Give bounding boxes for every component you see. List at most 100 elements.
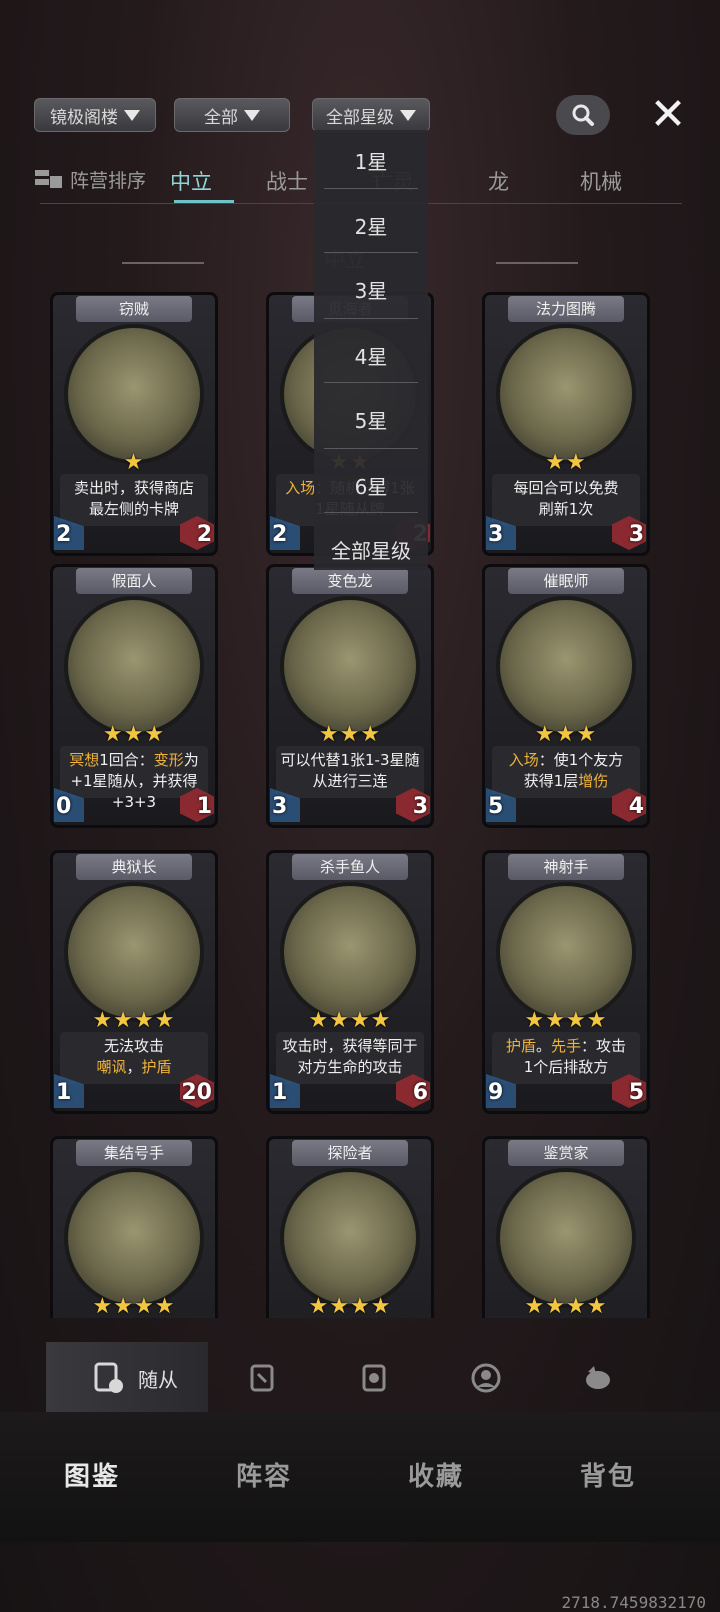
card-stars: ★★★ [102,722,166,747]
card-description: 每回合可以免费 刷新1次 [492,474,640,526]
card-portrait [496,324,636,464]
star-option-all[interactable]: 全部星级 [314,535,428,564]
tab-mech[interactable]: 机械 [580,166,622,196]
star-filter[interactable]: 全部星级 [312,98,430,132]
nav-codex[interactable]: 图鉴 [64,1456,120,1493]
dropdown-divider [324,448,418,449]
card-stars: ★★★★ [524,1294,608,1318]
category-spell-button[interactable] [246,1360,282,1396]
card-description: 攻击时，获得等同于 对方生命的攻击 [276,1032,424,1084]
nav-lineup[interactable]: 阵容 [236,1456,292,1493]
card-portrait [496,596,636,736]
search-button[interactable] [556,95,610,135]
coordinate-readout: 2718.7459832170 [561,1593,707,1612]
star-filter-label: 全部星级 [326,107,394,128]
nav-backpack[interactable]: 背包 [580,1456,636,1493]
minion-card[interactable]: 窃贼 ★ 卖出时，获得商店 最左侧的卡牌 2 2 [46,290,222,558]
card-health: 20 [181,1080,212,1105]
card-attack: 2 [56,522,72,547]
search-icon [572,104,594,126]
card-attack: 1 [56,1080,72,1105]
card-portrait [280,882,420,1022]
card-name: 假面人 [76,568,192,594]
tab-dragon[interactable]: 龙 [488,166,509,196]
card-stars: ★★ [545,450,587,475]
star-option-2[interactable]: 2星 [314,211,428,240]
minion-card[interactable]: 典狱长 ★★★★ 无法攻击 嘲讽，护盾 1 20 [46,848,222,1116]
chevron-down-icon [124,109,140,121]
location-filter-label: 镜极阁楼 [50,107,118,128]
close-button[interactable]: ✕ [646,89,690,140]
star-option-1[interactable]: 1星 [314,146,428,175]
sort-button[interactable]: 阵营排序 [34,166,146,193]
star-dropdown: 1星 2星 3星 4星 5星 6星 全部星级 [314,130,428,570]
minion-card[interactable]: 神射手 ★★★★ 护盾。先手：攻击 1个后排敌方 9 5 [478,848,654,1116]
card-attack: 3 [488,522,504,547]
minion-card[interactable]: 假面人 ★★★ 冥想1回合：变形为 +1星随从，并获得+3+3 0 1 [46,562,222,830]
card-health: 1 [196,794,212,819]
dropdown-divider [324,512,418,513]
type-filter-label: 全部 [204,107,238,128]
type-filter[interactable]: 全部 [174,98,290,132]
section-divider-left [122,262,204,264]
card-portrait [280,1168,420,1308]
card-description-line2: 刷新1次 [538,500,594,518]
dropdown-divider [324,252,418,253]
card-name: 催眠师 [508,568,624,594]
star-option-6[interactable]: 6星 [314,471,428,500]
card-stars: ★ [123,450,145,475]
card-description-line2: 嘲讽，护盾 [96,1058,172,1076]
card-description-line2: 最左侧的卡牌 [88,500,179,518]
minion-card-icon [90,1360,126,1396]
card-stars: ★★★ [318,722,382,747]
card-description: 护盾。先手：攻击 1个后排敌方 [492,1032,640,1084]
card-description-line1: 入场：使1个友方 [508,751,624,769]
star-option-4[interactable]: 4星 [314,341,428,370]
minion-card[interactable]: 集结号手 ★★★★ [46,1134,222,1318]
dropdown-divider [324,318,418,319]
category-hero-button[interactable] [468,1360,504,1396]
category-pet-button[interactable] [580,1360,616,1396]
chevron-down-icon [400,109,416,121]
card-name: 窃贼 [76,296,192,322]
location-filter[interactable]: 镜极阁楼 [34,98,156,132]
card-attack: 5 [488,794,504,819]
sort-icon [35,169,62,188]
minion-card[interactable]: 鉴赏家 ★★★★ [478,1134,654,1318]
card-portrait [64,596,204,736]
category-minion-label: 随从 [138,1368,178,1392]
card-health: 6 [412,1080,428,1105]
card-name: 集结号手 [76,1140,192,1166]
star-option-3[interactable]: 3星 [314,275,428,304]
minion-card[interactable]: 催眠师 ★★★ 入场：使1个友方 获得1层增伤 5 4 [478,562,654,830]
hero-icon [471,1363,501,1393]
minion-card[interactable]: 探险者 ★★★★ [262,1134,438,1318]
tab-neutral[interactable]: 中立 [170,166,212,196]
minion-card[interactable]: 变色龙 ★★★ 可以代替1张1-3星随 从进行三连 3 3 [262,562,438,830]
spell-card-icon [250,1364,274,1392]
card-stars: ★★★ [534,722,598,747]
card-description: 冥想1回合：变形为 +1星随从，并获得+3+3 [60,746,208,811]
minion-card[interactable]: 法力图腾 ★★ 每回合可以免费 刷新1次 3 3 [478,290,654,558]
card-health: 5 [628,1080,644,1105]
category-item-button[interactable] [358,1360,394,1396]
card-description-line1: 护盾。先手：攻击 [505,1037,627,1055]
sort-label: 阵营排序 [70,170,147,192]
card-portrait [280,596,420,736]
nav-collection[interactable]: 收藏 [408,1456,464,1493]
star-option-5[interactable]: 5星 [314,405,428,434]
card-description: 无法攻击 嘲讽，护盾 [60,1032,208,1084]
card-description-line2: 1个后排敌方 [523,1058,609,1076]
card-portrait [64,1168,204,1308]
tab-warrior[interactable]: 战士 [266,166,308,196]
card-description: 可以代替1张1-3星随 从进行三连 [276,746,424,798]
card-attack: 9 [488,1080,504,1105]
card-description-line1: 可以代替1张1-3星随 [280,751,420,769]
card-name: 杀手鱼人 [292,854,408,880]
minion-card[interactable]: 杀手鱼人 ★★★★ 攻击时，获得等同于 对方生命的攻击 1 6 [262,848,438,1116]
card-name: 鉴赏家 [508,1140,624,1166]
card-health: 3 [628,522,644,547]
close-icon: ✕ [649,88,687,140]
category-minion[interactable] [46,1342,208,1412]
card-stars: ★★★★ [92,1294,176,1318]
